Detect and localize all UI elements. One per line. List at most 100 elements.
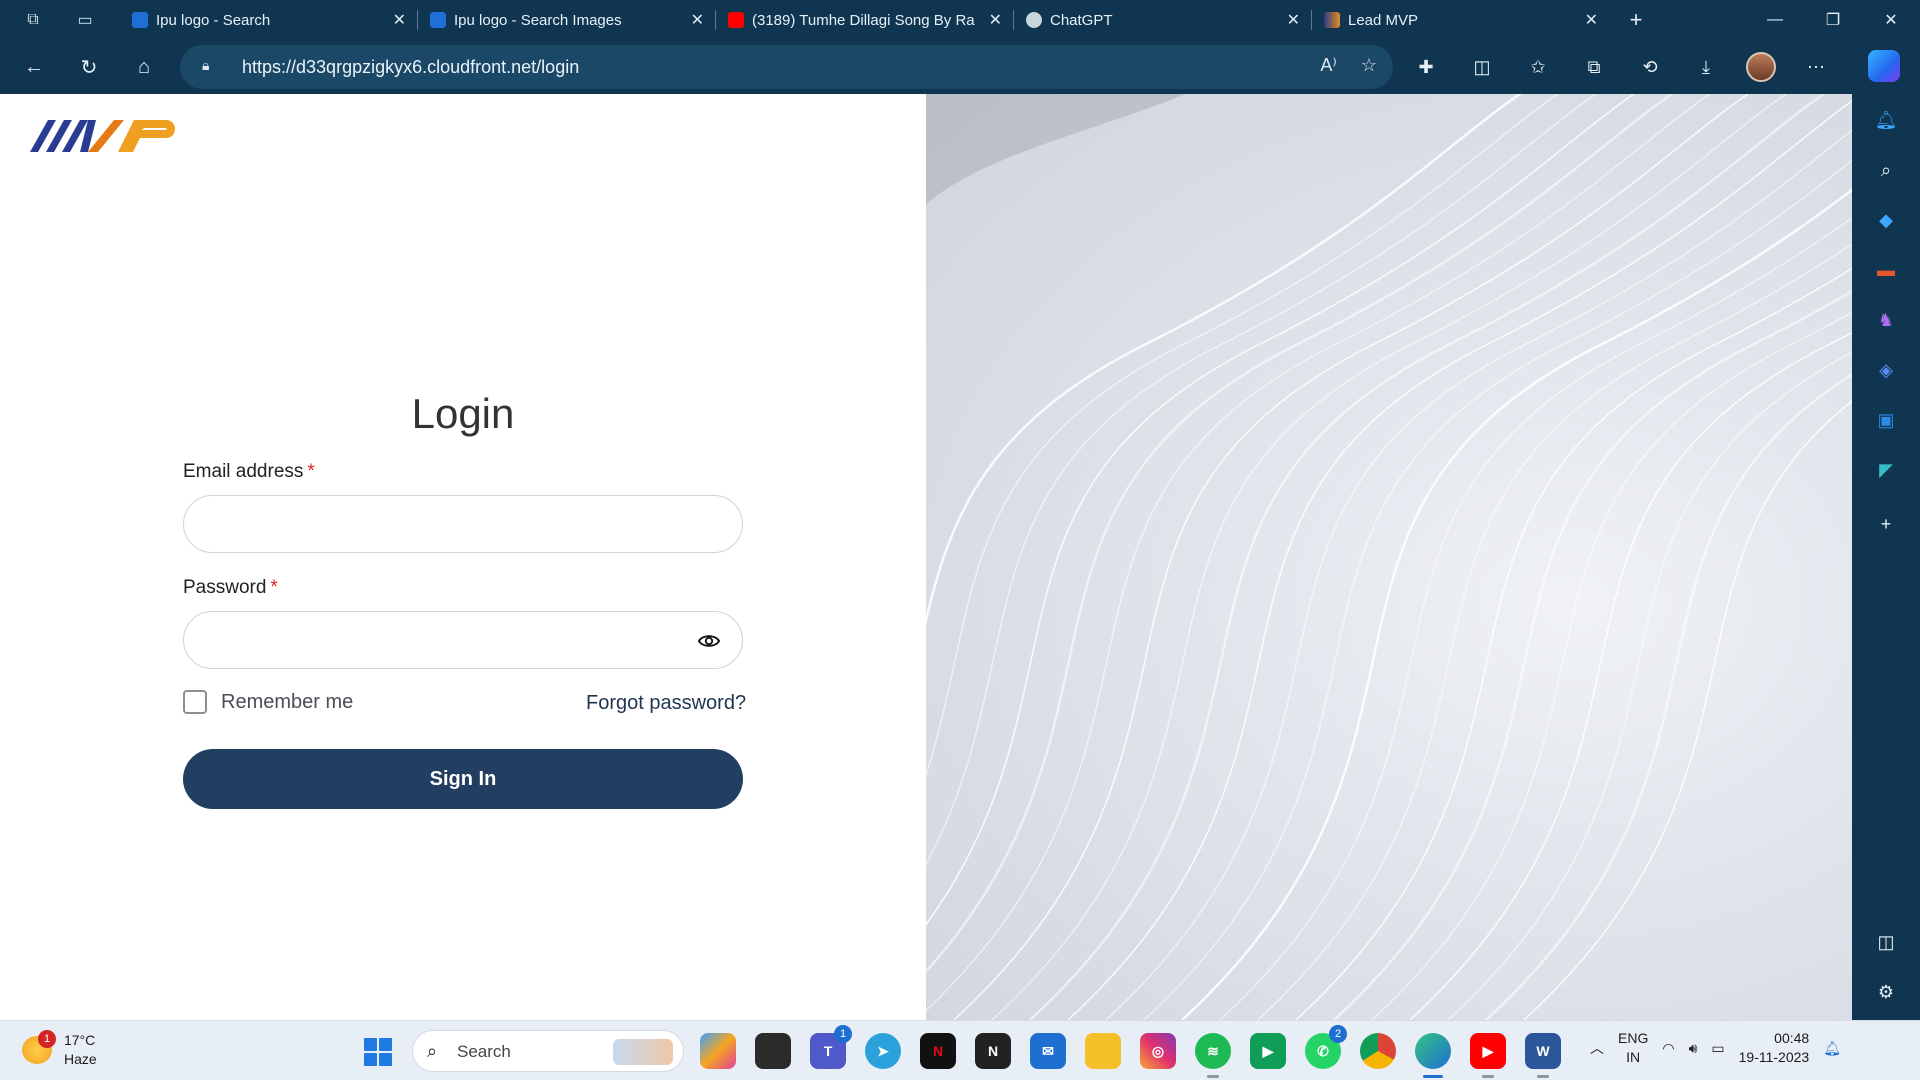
close-icon[interactable]: ✕ [1585, 10, 1598, 30]
copilot-icon[interactable] [1868, 50, 1900, 82]
battery-icon[interactable]: ▭ [1711, 1040, 1724, 1057]
tab-title: (3189) Tumhe Dillagi Song By Ra [752, 11, 975, 29]
youtube-icon[interactable]: ▶ [1470, 1033, 1506, 1078]
notification-bell-icon[interactable]: 🔔︎ [1874, 108, 1898, 132]
drop-icon[interactable]: ◤ [1874, 458, 1898, 482]
hero-wave-image [926, 94, 1852, 1020]
workspaces-icon[interactable]: ⧉ [14, 0, 52, 40]
minimize-icon[interactable]: — [1746, 0, 1804, 40]
wave-line [1067, 100, 1852, 1020]
history-icon[interactable]: ⟲ [1634, 57, 1666, 78]
weather-widget[interactable]: 1 17°C Haze [22, 1030, 97, 1069]
notion-icon[interactable]: N [975, 1033, 1011, 1069]
password-field[interactable] [183, 611, 743, 669]
refresh-icon[interactable]: ↻ [73, 52, 105, 82]
add-icon[interactable]: + [1874, 512, 1898, 536]
required-marker: * [307, 461, 315, 482]
weather-text: 17°C Haze [64, 1031, 97, 1069]
favorites-icon[interactable]: ✩ [1522, 57, 1554, 78]
search-icon[interactable]: ⌕ [1874, 158, 1898, 182]
shopping-tag-icon[interactable]: ◆ [1874, 208, 1898, 232]
tab-chatgpt[interactable]: ChatGPT ✕ [1014, 0, 1312, 40]
remember-me-label[interactable]: Remember me [221, 691, 353, 714]
url-text[interactable]: https://d33qrgpzigkyx6.cloudfront.net/lo… [242, 57, 579, 78]
close-icon[interactable]: ✕ [989, 10, 1002, 30]
remember-me-checkbox[interactable] [183, 690, 207, 714]
close-icon[interactable]: ✕ [1287, 10, 1300, 30]
running-indicator [1537, 1075, 1549, 1078]
notification-bell-icon[interactable]: 🔔︎ [1823, 1040, 1841, 1057]
favorite-star-icon[interactable]: ☆ [1361, 55, 1377, 76]
close-window-icon[interactable]: ✕ [1862, 0, 1920, 40]
restore-icon[interactable]: ❐ [1804, 0, 1862, 40]
mvp-logo [30, 120, 175, 152]
wave-line [1143, 159, 1852, 1020]
copilot-preview-app-icon[interactable] [700, 1033, 736, 1069]
mail-icon[interactable]: ✉ [1030, 1033, 1066, 1069]
chrome-icon[interactable] [1360, 1033, 1396, 1069]
email-label: Email address * [183, 461, 315, 483]
task-view-icon[interactable] [755, 1033, 791, 1069]
tab-ipu-logo-images[interactable]: Ipu logo - Search Images ✕ [418, 0, 716, 40]
downloads-icon[interactable]: ⤓ [1690, 57, 1722, 78]
whatsapp-icon[interactable]: ✆ 2 [1305, 1025, 1347, 1069]
outlook-icon[interactable]: ▣ [1874, 408, 1898, 432]
address-bar[interactable]: 🔒︎ https://d33qrgpzigkyx6.cloudfront.net… [180, 45, 1393, 89]
teams-icon[interactable]: T1 [810, 1025, 852, 1069]
volume-icon[interactable]: 🔊︎ [1689, 1040, 1698, 1057]
vertical-tabs-icon[interactable]: ▭ [66, 0, 104, 40]
instagram-icon[interactable]: ◎ [1140, 1033, 1176, 1069]
browser-toolbar: ← ↻ ⌂ 🔒︎ https://d33qrgpzigkyx6.cloudfro… [0, 40, 1920, 94]
telegram-icon[interactable]: ➤ [865, 1033, 901, 1069]
hide-sidebar-icon[interactable]: ◫ [1874, 930, 1898, 954]
windows-start-icon[interactable] [364, 1038, 392, 1066]
file-explorer-icon[interactable] [1085, 1033, 1121, 1069]
wave-line [1257, 243, 1852, 1020]
copilot-pro-icon[interactable]: ◈ [1874, 358, 1898, 382]
browser-tab-bar: ⧉ ▭ Ipu logo - Search ✕ Ipu logo - Searc… [0, 0, 1920, 40]
split-screen-icon[interactable]: ◫ [1466, 57, 1498, 78]
wifi-icon[interactable]: ◠ [1662, 1040, 1674, 1057]
tab-youtube[interactable]: (3189) Tumhe Dillagi Song By Ra ✕ [716, 0, 1014, 40]
email-field[interactable] [183, 495, 743, 553]
window-controls: — ❐ ✕ [1746, 0, 1920, 40]
word-icon[interactable]: W [1525, 1033, 1561, 1078]
close-icon[interactable]: ✕ [393, 10, 406, 30]
lang-line1: ENG [1618, 1030, 1649, 1046]
lock-icon[interactable]: 🔒︎ [202, 57, 220, 77]
sign-in-button[interactable]: Sign In [183, 749, 743, 809]
netflix-icon[interactable]: N [920, 1033, 956, 1069]
more-icon[interactable]: ⋯ [1800, 57, 1832, 78]
toolbar-icons: ✚ ◫ ✩ ⧉ ⟲ ⤓ ⋯ [1410, 52, 1832, 82]
clock-date: 19-11-2023 [1738, 1049, 1810, 1065]
active-indicator [1423, 1075, 1443, 1078]
forgot-password-link[interactable]: Forgot password? [586, 692, 746, 715]
back-icon[interactable]: ← [18, 52, 50, 82]
new-tab-button[interactable]: + [1618, 0, 1654, 40]
youtube-icon [728, 12, 744, 28]
profile-avatar[interactable] [1746, 52, 1776, 82]
read-aloud-icon[interactable]: A⁾ [1320, 55, 1336, 76]
tools-briefcase-icon[interactable]: ▬ [1874, 258, 1898, 282]
google-meet-icon[interactable]: ▶ [1250, 1033, 1286, 1069]
close-icon[interactable]: ✕ [691, 10, 704, 30]
games-icon[interactable]: ♞ [1874, 308, 1898, 332]
home-icon[interactable]: ⌂ [128, 52, 160, 82]
pinned-apps: T1 ➤ N N ✉ ◎ ≋ ▶ ✆ 2 ▶ W [700, 1025, 1561, 1078]
tab-lead-mvp[interactable]: Lead MVP ✕ [1312, 0, 1610, 40]
running-indicator [1482, 1075, 1494, 1078]
language-indicator[interactable]: ENG IN [1618, 1029, 1648, 1067]
email-label-text: Email address [183, 461, 304, 482]
wave-shadow [926, 94, 1186, 204]
collections-icon[interactable]: ⧉ [1578, 57, 1610, 78]
edge-icon[interactable] [1415, 1033, 1451, 1078]
settings-gear-icon[interactable]: ⚙ [1874, 980, 1898, 1004]
tray-overflow-chevron-icon[interactable]: ︿ [1590, 1038, 1604, 1058]
show-password-eye-icon[interactable] [698, 630, 720, 652]
clock[interactable]: 00:48 19-11-2023 [1739, 1029, 1810, 1067]
taskbar-search[interactable]: ⌕ Search [412, 1030, 684, 1072]
wave-lines-graphic [926, 94, 1852, 1020]
tab-ipu-logo-search[interactable]: Ipu logo - Search ✕ [120, 0, 418, 40]
extensions-icon[interactable]: ✚ [1410, 57, 1442, 78]
spotify-icon[interactable]: ≋ [1195, 1033, 1231, 1078]
